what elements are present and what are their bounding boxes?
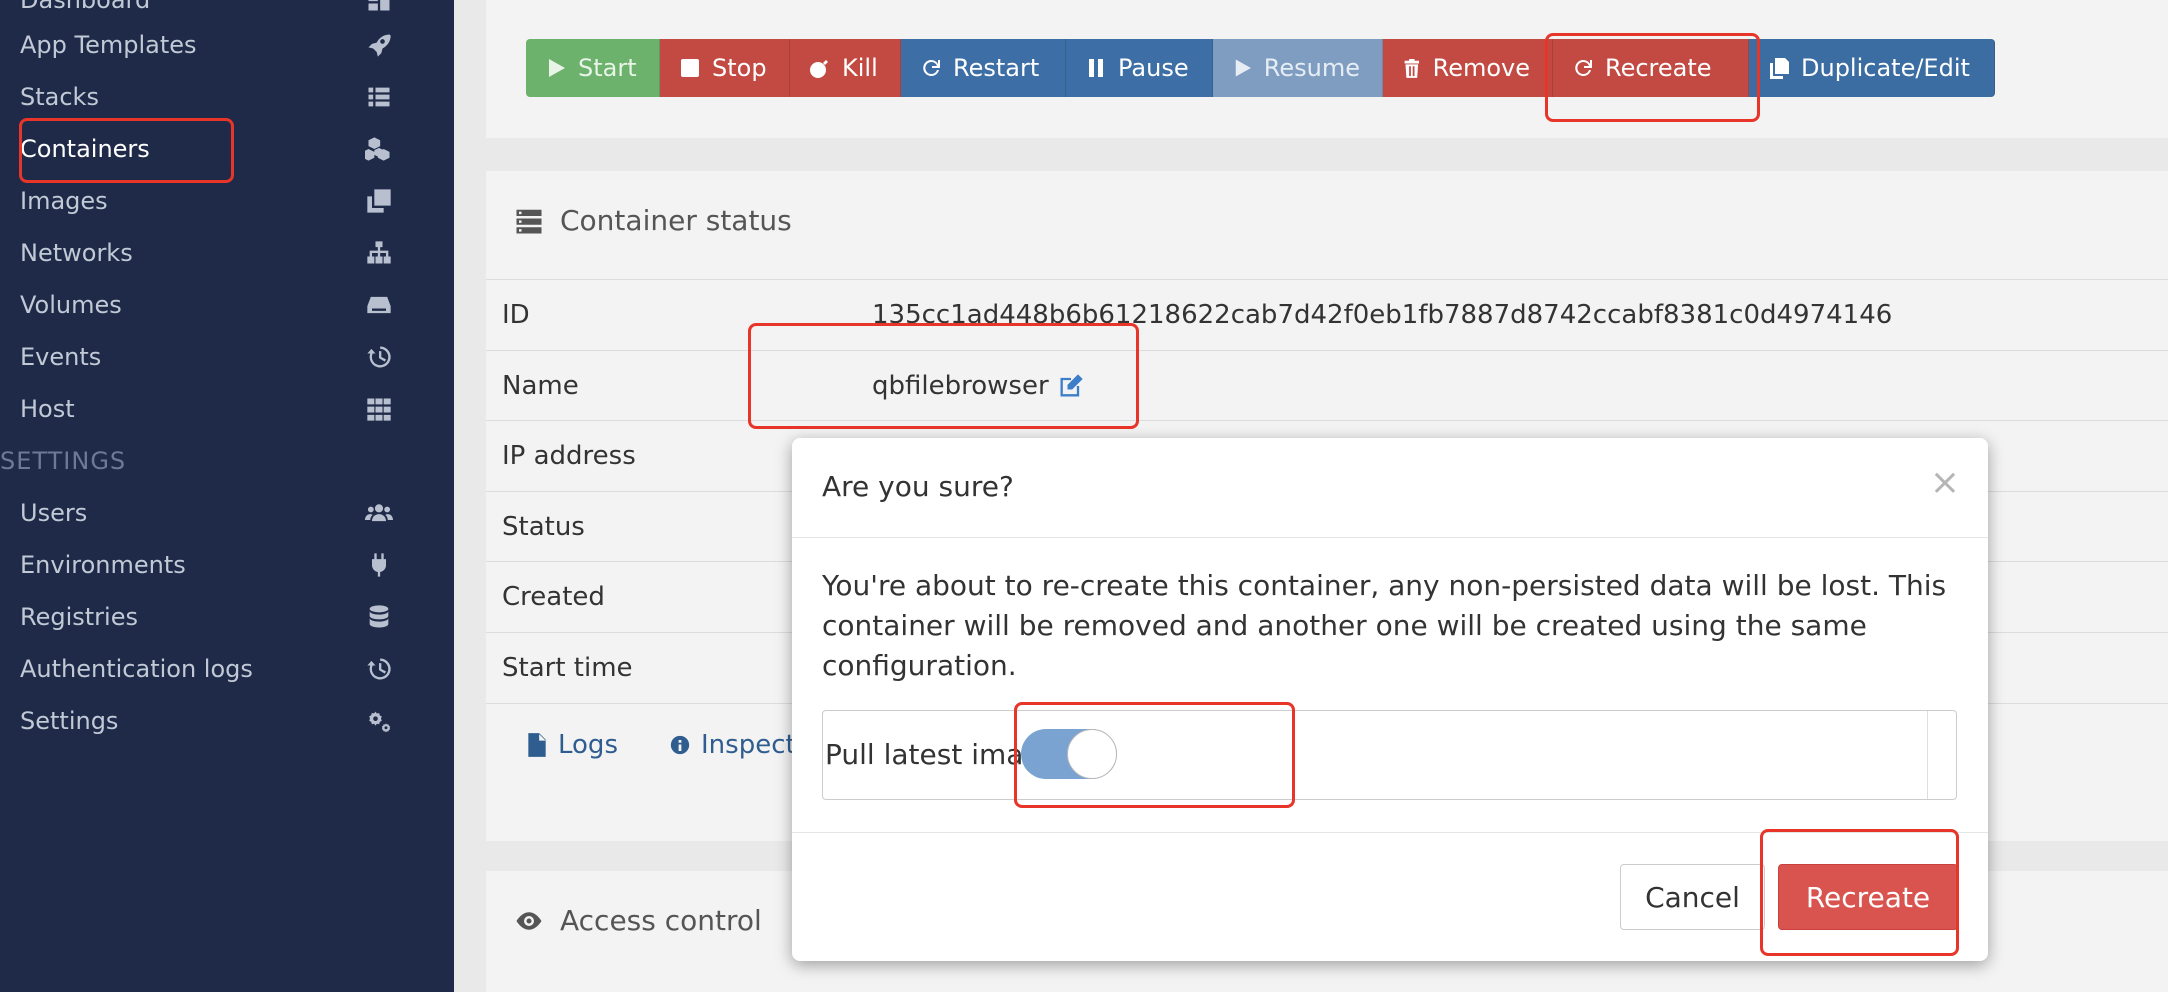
annotation-highlight-containers [19, 118, 234, 183]
list-icon [362, 80, 396, 114]
panel-heading: Container status [514, 204, 792, 237]
container-actions-toolbar: Start Stop Kill Restart Pause Resume Rem… [526, 39, 1995, 97]
bomb-icon [810, 60, 828, 78]
sidebar-item-events[interactable]: Events [0, 331, 454, 383]
sidebar-section-settings: SETTINGS [0, 447, 127, 475]
divider [1927, 711, 1928, 799]
rocket-icon [362, 28, 396, 62]
hdd-icon [362, 288, 396, 322]
dashboard-icon [362, 0, 396, 17]
eye-icon [516, 911, 542, 930]
sidebar-item-networks[interactable]: Networks [0, 227, 454, 279]
field-label: Name [502, 370, 579, 401]
field-label: ID [502, 300, 530, 330]
th-icon [362, 392, 396, 426]
logs-link[interactable]: Logs [526, 730, 618, 760]
history-icon [362, 340, 396, 374]
annotation-highlight-name [748, 323, 1139, 429]
play-icon [1235, 59, 1251, 77]
panel-title: Access control [560, 904, 762, 937]
cancel-button[interactable]: Cancel [1620, 864, 1765, 930]
stop-button[interactable]: Stop [660, 39, 790, 97]
refresh-icon [923, 59, 940, 76]
dialog-header: Are you sure? × [792, 438, 1988, 538]
status-row-name: Name qbfilebrowser [486, 350, 2168, 420]
status-row-id: ID 135cc1ad448b6b61218622cab7d42f0eb1fb7… [486, 279, 2168, 350]
history-icon [362, 652, 396, 686]
start-button-label: Start [578, 54, 637, 82]
field-label: Created [502, 582, 605, 612]
dialog-message: You're about to re-create this container… [822, 569, 1947, 682]
annotation-highlight-recreate-toolbar [1545, 33, 1760, 122]
pause-button[interactable]: Pause [1066, 39, 1213, 97]
logs-link-label: Logs [558, 730, 618, 760]
sidebar-item-environments[interactable]: Environments [0, 539, 454, 591]
panel-title: Container status [560, 204, 792, 237]
sidebar-item-registries[interactable]: Registries [0, 591, 454, 643]
remove-button-label: Remove [1432, 54, 1530, 82]
pull-image-option: Pull latest image [822, 710, 1957, 800]
trash-icon [1404, 59, 1419, 78]
field-label: IP address [502, 441, 636, 471]
cubes-icon [362, 132, 396, 166]
sidebar-item-host[interactable]: Host [0, 383, 454, 435]
plug-icon [362, 548, 396, 582]
resume-button[interactable]: Resume [1213, 39, 1383, 97]
sitemap-icon [362, 236, 396, 270]
sidebar-item-settings[interactable]: Settings [0, 695, 454, 747]
sidebar-item-stacks[interactable]: Stacks [0, 71, 454, 123]
stop-icon [681, 59, 699, 77]
annotation-highlight-confirm [1760, 829, 1959, 956]
play-icon [549, 59, 565, 77]
remove-button[interactable]: Remove [1383, 39, 1553, 97]
server-icon [516, 209, 542, 233]
panel-heading: Access control [514, 904, 762, 937]
info-icon [670, 735, 690, 755]
stop-button-label: Stop [712, 54, 767, 82]
pause-icon [1089, 59, 1103, 77]
cogs-icon [362, 704, 396, 738]
start-button[interactable]: Start [526, 39, 660, 97]
copy-icon [1770, 58, 1789, 79]
kill-button[interactable]: Kill [790, 39, 901, 97]
field-label: Start time [502, 653, 633, 683]
field-label: Status [502, 511, 585, 542]
duplicate-edit-button-label: Duplicate/Edit [1801, 54, 1970, 82]
sidebar-item-volumes[interactable]: Volumes [0, 279, 454, 331]
restart-button[interactable]: Restart [901, 39, 1066, 97]
close-icon[interactable]: × [1930, 462, 1960, 503]
duplicate-edit-button[interactable]: Duplicate/Edit [1749, 39, 1995, 97]
kill-button-label: Kill [842, 54, 878, 82]
clone-icon [362, 184, 396, 218]
sidebar-item-authentication-logs[interactable]: Authentication logs [0, 643, 454, 695]
sidebar-item-users[interactable]: Users [0, 487, 454, 539]
users-icon [362, 496, 396, 530]
annotation-highlight-toggle [1014, 702, 1295, 808]
resume-button-label: Resume [1263, 54, 1360, 82]
pause-button-label: Pause [1118, 54, 1189, 82]
inspect-link[interactable]: Inspect [669, 730, 796, 760]
database-icon [362, 600, 396, 634]
file-icon [528, 733, 546, 757]
sidebar-item-app-templates[interactable]: App Templates [0, 19, 454, 71]
inspect-link-label: Inspect [701, 730, 796, 760]
restart-button-label: Restart [953, 54, 1040, 82]
dialog-title: Are you sure? [822, 470, 1014, 503]
sidebar: Dashboard App Templates Stacks Container… [0, 0, 454, 992]
